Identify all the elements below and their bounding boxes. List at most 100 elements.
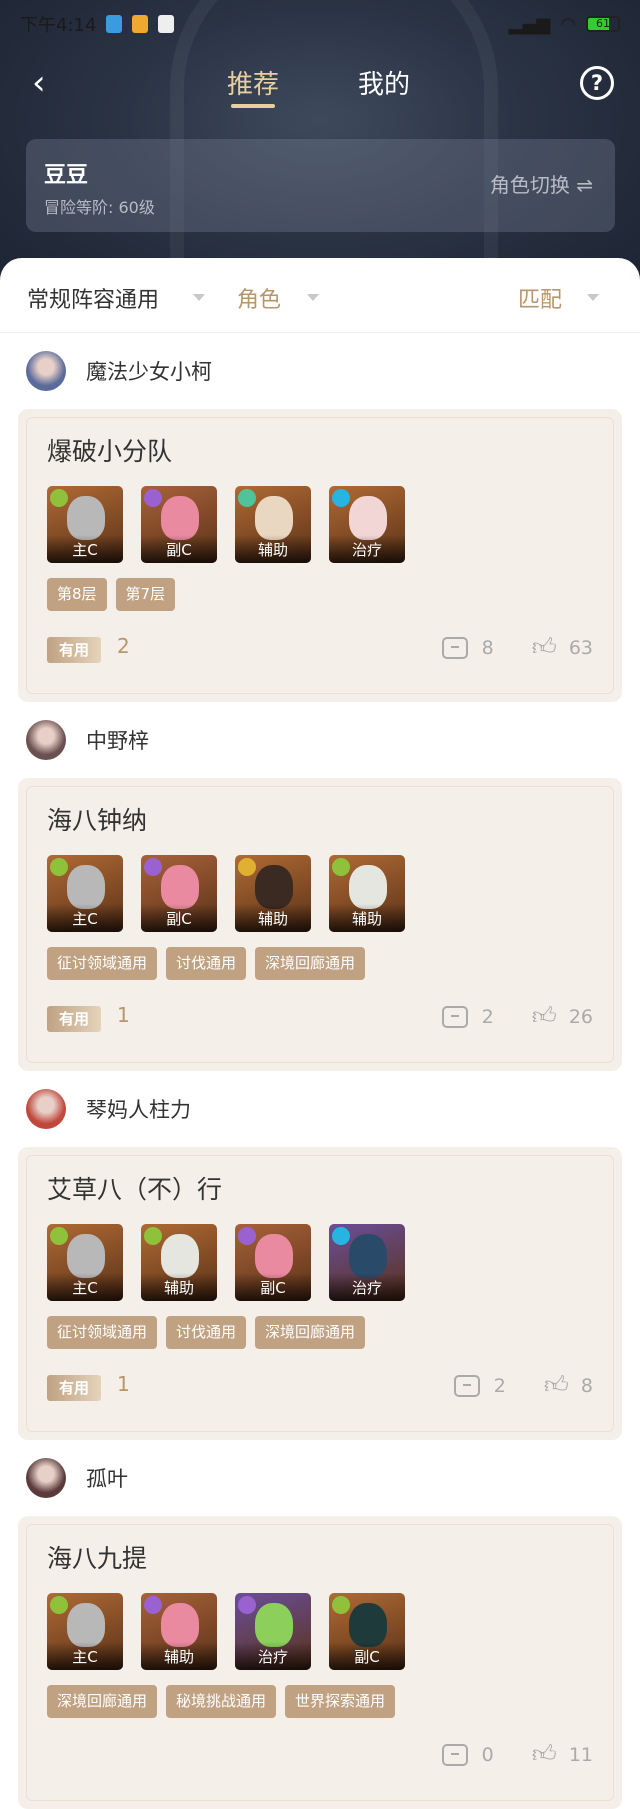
thumbs-up-icon[interactable]: 👍︎ [532,1740,557,1769]
element-icon [144,1596,162,1614]
comment-icon[interactable] [441,636,468,659]
post-author[interactable]: 中野梓 [0,702,640,778]
switch-character-button[interactable]: 角色切换 ⇌ [490,169,593,198]
comment-count: 2 [481,1005,494,1028]
character-avatar[interactable]: 治疗 [329,1224,405,1301]
lineup-characters: 主C 辅助 治疗 副C [47,1593,593,1670]
filter-match[interactable]: 匹配 [518,282,562,314]
character-avatar[interactable]: 辅助 [235,855,311,932]
character-avatar[interactable]: 辅助 [141,1593,217,1670]
element-icon [332,1596,350,1614]
filter-lineup-type[interactable]: 常规阵容通用 [27,282,159,314]
status-time: 下午4:14 [20,15,97,36]
element-icon [50,1227,68,1245]
comment-count: 8 [481,636,494,659]
comment-count: 0 [481,1743,494,1766]
scene-tag[interactable]: 讨伐通用 [166,947,247,980]
character-avatar[interactable]: 辅助 [141,1224,217,1301]
thumbs-up-icon[interactable]: 👍︎ [544,1371,569,1400]
character-portrait [161,865,199,909]
back-button[interactable]: ‹ [32,66,46,100]
element-icon [50,858,68,876]
post-author[interactable]: 魔法少女小柯 [0,333,640,409]
lineup-title: 爆破小分队 [47,437,173,466]
wifi-icon: ◠ [560,13,576,35]
tab-recommended[interactable]: 推荐 [227,64,279,108]
user-card: 豆豆 冒险等阶: 60级 角色切换 ⇌ [26,139,615,232]
scene-tag[interactable]: 征讨领域通用 [47,1316,158,1349]
scene-tag[interactable]: 世界探索通用 [285,1685,396,1718]
scene-tag[interactable]: 秘境挑战通用 [166,1685,277,1718]
element-icon [332,489,350,507]
post-author[interactable]: 琴妈人柱力 [0,1071,640,1147]
element-icon [50,1596,68,1614]
scene-tag[interactable]: 深境回廊通用 [255,1316,366,1349]
app-notification-icon [132,15,149,33]
role-label: 主C [47,904,123,932]
useful-count: 1 [117,1003,130,1027]
signal-icon: ▂▄▆ [508,13,551,35]
role-label: 副C [141,535,217,563]
character-avatar[interactable]: 副C [235,1224,311,1301]
scene-tag[interactable]: 深境回廊通用 [47,1685,158,1718]
lineup-characters: 主C 辅助 副C 治疗 [47,1224,593,1301]
character-avatar[interactable]: 副C [141,855,217,932]
tab-mine[interactable]: 我的 [358,64,410,101]
comment-icon[interactable] [441,1005,468,1028]
role-label: 主C [47,535,123,563]
scene-tag[interactable]: 深境回廊通用 [255,947,366,980]
useful-button[interactable]: 有用 [47,1006,102,1032]
role-label: 副C [235,1273,311,1301]
character-avatar[interactable]: 主C [47,1224,123,1301]
character-portrait [255,865,293,909]
card-footer: 0 👍︎ 11 [47,1724,593,1784]
character-portrait [67,496,105,540]
character-portrait [349,496,387,540]
element-icon [238,1596,256,1614]
avatar [26,1089,66,1129]
filter-character[interactable]: 角色 [237,282,281,314]
character-avatar[interactable]: 主C [47,855,123,932]
scene-tag[interactable]: 征讨领域通用 [47,947,158,980]
role-label: 副C [141,904,217,932]
scene-tag[interactable]: 第8层 [47,578,107,611]
character-avatar[interactable]: 辅助 [329,855,405,932]
lineup-card[interactable]: 艾草八（不）行 主C 辅助 副C 治疗 征讨领域通用 讨伐通用 深境回廊通用 有用 1 2 👍… [18,1147,622,1440]
role-label: 辅助 [141,1273,217,1301]
character-portrait [161,496,199,540]
filter-bar: 常规阵容通用 角色 匹配 [0,258,640,333]
lineup-title: 海八九提 [47,1544,148,1573]
thumbs-up-icon[interactable]: 👍︎ [532,633,557,662]
comment-count: 2 [493,1374,506,1397]
post-author[interactable]: 孤叶 [0,1440,640,1516]
comment-icon[interactable] [453,1374,480,1397]
app-notification-icon [106,15,123,33]
scene-tag[interactable]: 第7层 [115,578,176,611]
scene-tag[interactable]: 讨伐通用 [166,1316,247,1349]
role-label: 辅助 [235,904,311,932]
author-name: 孤叶 [86,1467,128,1491]
character-avatar[interactable]: 治疗 [329,486,405,563]
character-portrait [161,1603,199,1647]
thumbs-up-icon[interactable]: 👍︎ [532,1002,557,1031]
avatar [26,720,66,760]
character-avatar[interactable]: 治疗 [235,1593,311,1670]
character-portrait [349,865,387,909]
element-icon [144,489,162,507]
character-avatar[interactable]: 主C [47,486,123,563]
post-list: 魔法少女小柯 爆破小分队 主C 副C 辅助 治疗 第8层 第7层 有用 2 8 👍︎ 63 中… [0,333,640,1809]
comment-icon[interactable] [441,1743,468,1766]
character-avatar[interactable]: 主C [47,1593,123,1670]
help-icon[interactable]: ? [580,66,614,100]
lineup-card[interactable]: 海八钟纳 主C 副C 辅助 辅助 征讨领域通用 讨伐通用 深境回廊通用 有用 1 2 👍︎ 26 [18,778,622,1071]
character-avatar[interactable]: 辅助 [235,486,311,563]
content-sheet: 常规阵容通用 角色 匹配 魔法少女小柯 爆破小分队 主C 副C 辅助 治疗 第8层 第7… [0,258,640,1809]
character-avatar[interactable]: 副C [329,1593,405,1670]
character-portrait [161,1234,199,1278]
lineup-card[interactable]: 海八九提 主C 辅助 治疗 副C 深境回廊通用 秘境挑战通用 世界探索通用 0 👍︎ 11 [18,1516,622,1809]
useful-button[interactable]: 有用 [47,1375,102,1401]
user-name: 豆豆 [44,163,89,188]
character-avatar[interactable]: 副C [141,486,217,563]
useful-button[interactable]: 有用 [47,637,102,663]
lineup-card[interactable]: 爆破小分队 主C 副C 辅助 治疗 第8层 第7层 有用 2 8 👍︎ 63 [18,409,622,702]
